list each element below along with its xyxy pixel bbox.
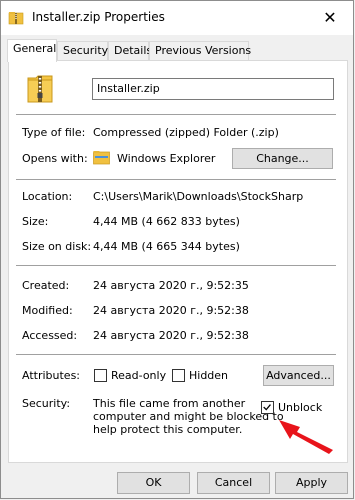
tab-label: Previous Versions <box>155 44 252 57</box>
change-button[interactable]: Change... <box>232 148 333 169</box>
window-title: Installer.zip Properties <box>32 10 165 24</box>
readonly-checkbox[interactable] <box>94 369 107 382</box>
accessed-label: Accessed: <box>22 329 78 342</box>
tab-label: Details <box>114 44 153 57</box>
size-on-disk-label: Size on disk: <box>22 240 92 253</box>
apply-button[interactable]: Apply <box>275 472 348 494</box>
tab-security[interactable]: Security <box>57 41 108 60</box>
created-value: 24 августа 2020 г., 9:52:35 <box>93 279 249 292</box>
tab-previous-versions[interactable]: Previous Versions <box>149 41 252 60</box>
divider <box>16 265 336 266</box>
security-text-line1: This file came from another <box>93 397 246 410</box>
title-bar: Installer.zip Properties ✕ <box>1 1 353 35</box>
location-value: C:\Users\Marik\Downloads\StockSharp <box>93 190 304 203</box>
zip-file-icon <box>27 75 53 103</box>
close-button[interactable]: ✕ <box>307 1 353 35</box>
tab-label: General <box>13 42 57 55</box>
tab-details[interactable]: Details <box>108 41 153 60</box>
location-label: Location: <box>22 190 73 203</box>
cancel-button[interactable]: Cancel <box>197 472 270 494</box>
close-icon: ✕ <box>323 8 337 27</box>
type-of-file-label: Type of file: <box>22 126 86 139</box>
security-text-line2: computer and might be blocked to <box>93 410 284 423</box>
readonly-label: Read-only <box>111 369 167 382</box>
size-label: Size: <box>22 215 49 228</box>
file-name-input[interactable]: Installer.zip <box>92 78 334 100</box>
attributes-label: Attributes: <box>22 369 81 382</box>
type-of-file-value: Compressed (zipped) Folder (.zip) <box>93 126 279 139</box>
divider <box>16 114 336 115</box>
size-value: 4,44 MB (4 662 833 bytes) <box>93 215 240 228</box>
opens-with-value: Windows Explorer <box>117 152 216 165</box>
tab-label: Security <box>63 44 109 57</box>
tab-general[interactable]: General <box>7 39 57 62</box>
hidden-checkbox[interactable] <box>172 369 185 382</box>
security-text-line3: help protect this computer. <box>93 423 243 436</box>
security-label: Security: <box>22 397 71 410</box>
divider <box>16 179 336 180</box>
size-on-disk-value: 4,44 MB (4 665 344 bytes) <box>93 240 240 253</box>
zip-folder-icon <box>8 12 24 25</box>
modified-value: 24 августа 2020 г., 9:52:38 <box>93 304 249 317</box>
properties-dialog: Installer.zip Properties ✕ General Secur… <box>0 0 354 499</box>
hidden-label: Hidden <box>189 369 229 382</box>
ok-button[interactable]: OK <box>117 472 190 494</box>
accessed-value: 24 августа 2020 г., 9:52:38 <box>93 329 249 342</box>
divider <box>16 354 336 355</box>
created-label: Created: <box>22 279 70 292</box>
windows-explorer-icon <box>93 151 110 165</box>
advanced-button[interactable]: Advanced... <box>263 365 334 386</box>
red-arrow-icon <box>279 420 333 454</box>
modified-label: Modified: <box>22 304 73 317</box>
opens-with-label: Opens with: <box>22 152 88 165</box>
